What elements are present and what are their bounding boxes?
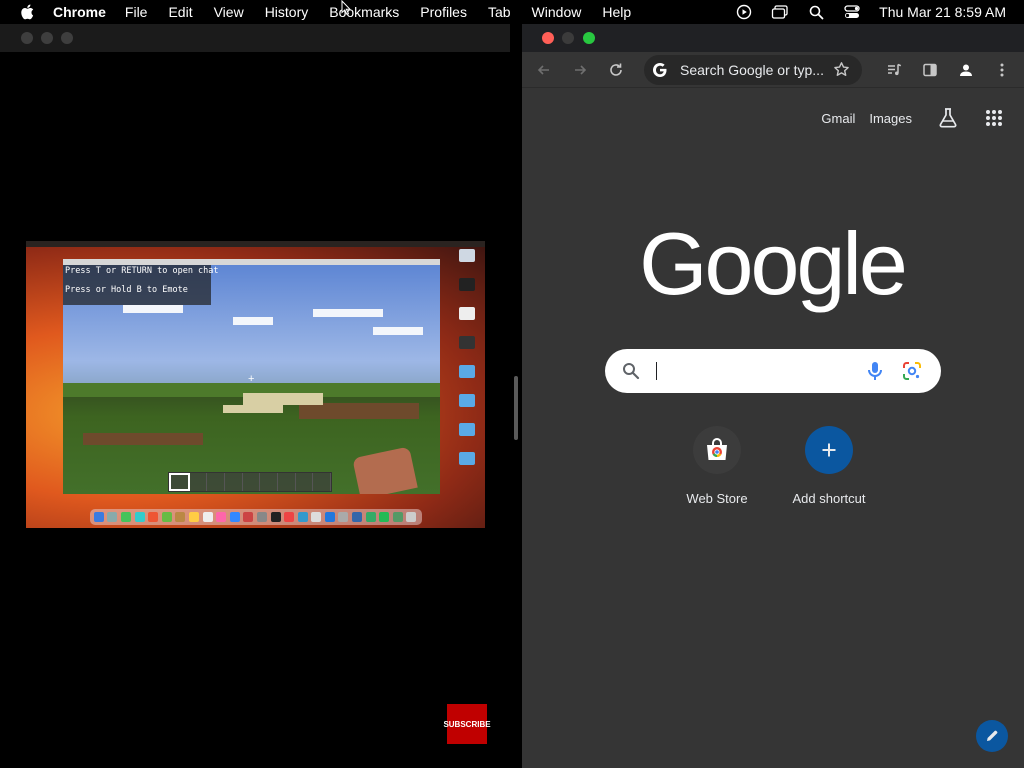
text-caret: [656, 362, 657, 380]
crosshair-icon: +: [248, 373, 255, 385]
search-icon[interactable]: [807, 3, 825, 21]
menu-tab[interactable]: Tab: [488, 4, 511, 20]
star-icon[interactable]: [833, 61, 850, 83]
status-area: Thu Mar 21 8:59 AM: [717, 0, 1024, 24]
chrome-close-button[interactable]: [542, 32, 554, 44]
menu-view[interactable]: View: [214, 4, 244, 20]
google-lens-icon[interactable]: [902, 361, 922, 386]
gmail-link[interactable]: Gmail: [821, 111, 855, 126]
ntp-search-input[interactable]: [653, 359, 853, 383]
voice-search-mic-icon[interactable]: [867, 361, 883, 386]
apple-icon[interactable]: [19, 4, 35, 20]
menubar-clock[interactable]: Thu Mar 21 8:59 AM: [879, 4, 1006, 20]
chat-hint-line: Press T or RETURN to open chat: [65, 266, 219, 276]
menu-window[interactable]: Window: [532, 4, 582, 20]
game-chat-hint: Press T or RETURN to open chat Press or …: [63, 265, 219, 305]
recorded-menu-bar: [26, 241, 485, 247]
shortcut-label: Add shortcut: [792, 491, 866, 506]
game-hotbar: [168, 472, 332, 492]
menu-profiles[interactable]: Profiles: [420, 4, 467, 20]
app-name[interactable]: Chrome: [53, 4, 106, 20]
web-store-icon: [693, 426, 741, 474]
add-shortcut-button[interactable]: Add shortcut: [773, 426, 885, 506]
subscribe-badge[interactable]: SUBSCRIBE: [443, 704, 491, 744]
chrome-minimize-button[interactable]: [562, 32, 574, 44]
new-tab-page: Gmail Images Google Web Store Add shortc…: [522, 88, 1024, 768]
minecraft-window: Press T or RETURN to open chat Press or …: [63, 259, 440, 494]
play-circle-icon[interactable]: [735, 3, 753, 21]
chrome-zoom-button[interactable]: [583, 32, 595, 44]
ntp-search-box[interactable]: [605, 349, 941, 393]
search-icon: [621, 361, 641, 386]
menu-help[interactable]: Help: [602, 4, 631, 20]
chrome-toolbar: Search Google or typ...: [522, 52, 1024, 88]
menu-bar: Chrome File Edit View History Bookmarks …: [0, 0, 1024, 24]
chrome-titlebar: [522, 24, 1024, 52]
labs-flask-icon[interactable]: [936, 106, 960, 130]
reload-icon[interactable]: [605, 59, 627, 81]
media-controls-icon[interactable]: [883, 59, 905, 81]
back-icon[interactable]: [533, 59, 555, 81]
emote-hint-line: Press or Hold B to Emote: [65, 285, 188, 295]
chrome-window: Search Google or typ... Gmail Images Goo…: [522, 24, 1024, 768]
video-window-titlebar: [0, 24, 510, 52]
plus-icon: [805, 426, 853, 474]
window-minimize-button[interactable]: [41, 32, 53, 44]
video-window: Press T or RETURN to open chat Press or …: [0, 24, 518, 768]
customize-chrome-pencil-icon[interactable]: [976, 720, 1008, 752]
screen-mirroring-icon[interactable]: [771, 3, 789, 21]
more-menu-icon[interactable]: [991, 59, 1013, 81]
apps-grid-icon[interactable]: [982, 106, 1006, 130]
mouse-pointer-icon: [341, 0, 351, 15]
menu-bookmarks[interactable]: Bookmarks: [329, 4, 399, 20]
google-logo: Google: [639, 214, 908, 313]
google-g-icon: [652, 62, 668, 78]
images-link[interactable]: Images: [869, 111, 912, 126]
omnibox[interactable]: Search Google or typ...: [644, 55, 862, 85]
menu-file[interactable]: File: [125, 4, 148, 20]
window-splitter-handle[interactable]: [514, 376, 518, 440]
desktop-icons: [453, 249, 481, 481]
shortcut-label: Web Store: [686, 491, 748, 506]
window-zoom-button[interactable]: [61, 32, 73, 44]
recorded-dock: [90, 509, 422, 525]
menu-history[interactable]: History: [265, 4, 309, 20]
forward-icon[interactable]: [569, 59, 591, 81]
control-center-icon[interactable]: [843, 3, 861, 21]
video-frame[interactable]: Press T or RETURN to open chat Press or …: [26, 241, 485, 528]
side-panel-icon[interactable]: [919, 59, 941, 81]
omnibox-text: Search Google or typ...: [680, 62, 824, 78]
menu-edit[interactable]: Edit: [168, 4, 192, 20]
shortcut-web-store[interactable]: Web Store: [661, 426, 773, 506]
window-close-button[interactable]: [21, 32, 33, 44]
profile-icon[interactable]: [955, 59, 977, 81]
ntp-header-links: Gmail Images: [821, 106, 1006, 130]
